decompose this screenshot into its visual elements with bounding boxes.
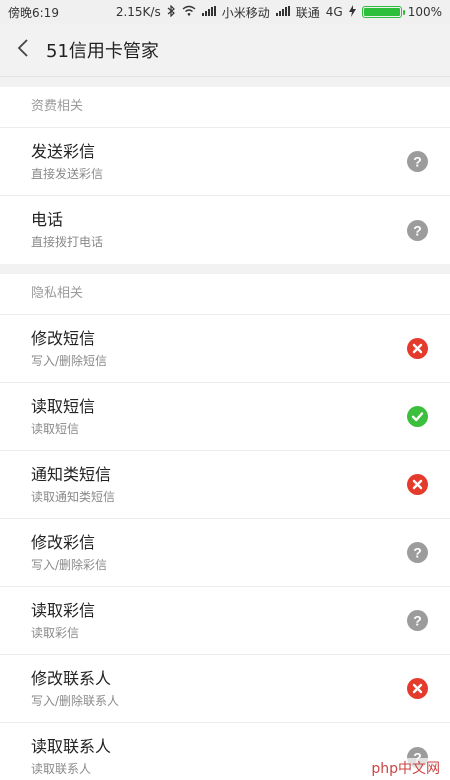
permission-text: 读取联系人 读取联系人 [31, 736, 111, 778]
watermark: php中文网 [367, 758, 444, 778]
question-icon[interactable]: ? [407, 219, 428, 241]
battery-fill [363, 8, 400, 16]
permission-text: 修改彩信写入/删除彩信 [31, 532, 107, 574]
svg-text:?: ? [413, 154, 422, 170]
page-title: 51信用卡管家 [46, 41, 159, 62]
permission-subtitle: 写入/删除彩信 [31, 557, 108, 572]
carrier-2: 联通 [295, 5, 320, 20]
signal-icon [275, 5, 290, 19]
permission-title: 电话 [31, 210, 64, 229]
permission-subtitle: 直接拨打电话 [31, 235, 104, 249]
section-title: 隐私相关 [0, 274, 450, 315]
svg-text:?: ? [413, 545, 422, 561]
back-button[interactable] [0, 24, 46, 76]
wifi-icon [182, 5, 196, 19]
permission-title: 修改联系人 [31, 668, 112, 688]
question-icon[interactable]: ? [407, 542, 428, 563]
permission-text: 通知类短信读取通知类短信 [31, 464, 115, 506]
status-indicators: 2.15K/s 小米移动 联通 4G 100% [116, 4, 442, 21]
denied-icon[interactable] [407, 474, 428, 495]
allowed-icon[interactable] [407, 406, 428, 427]
permission-subtitle: 读取彩信 [31, 625, 80, 640]
status-bar: 傍晚6:19 2.15K/s 小米移动 联通 4G 100% [0, 0, 450, 24]
svg-text:?: ? [413, 222, 422, 238]
charging-icon [348, 4, 356, 20]
permission-text: 修改短信写入/删除短信 [31, 328, 107, 370]
svg-text:?: ? [413, 613, 422, 629]
denied-icon[interactable] [407, 338, 428, 359]
battery-percent: 100% [407, 5, 442, 19]
permission-text: 电话 直接拨打电话 [31, 209, 103, 251]
permission-title: 读取联系人 [31, 737, 112, 756]
permission-subtitle: 读取联系人 [31, 762, 92, 776]
signal-icon [201, 5, 216, 19]
permission-row[interactable]: 通知类短信读取通知类短信 [0, 451, 450, 519]
permission-title: 修改彩信 [31, 532, 96, 552]
permission-text: 修改联系人写入/删除联系人 [31, 668, 119, 710]
permission-text: 读取彩信 读取彩信 [31, 600, 95, 642]
permission-row[interactable]: 修改联系人写入/删除联系人 [0, 655, 450, 723]
permission-title: 读取短信 [31, 396, 96, 416]
permission-subtitle: 写入/删除联系人 [31, 693, 120, 708]
permission-title: 发送彩信 [31, 141, 96, 161]
denied-icon[interactable] [407, 678, 428, 699]
status-time: 傍晚6:19 [8, 5, 59, 20]
question-icon[interactable]: ? [407, 151, 428, 172]
permission-title: 读取彩信 [31, 600, 96, 620]
permission-row[interactable]: 发送彩信直接发送彩信? [0, 128, 450, 196]
permission-row[interactable]: 修改短信写入/删除短信 [0, 315, 450, 383]
permission-sections: 资费相关 发送彩信 直接发送彩信? 电话 直接拨打电话? 隐私相关 修改短信 写入/删除短信读… [0, 87, 450, 780]
permission-subtitle: 写入/删除短信 [31, 353, 108, 368]
permission-row[interactable]: 电话直接拨打电话? [0, 196, 450, 264]
permission-section: 隐私相关 修改短信 写入/删除短信 读取短信 读取短信 通知类短信 读取通知类短信 修改彩信写… [0, 274, 450, 780]
permission-subtitle: 直接发送彩信 [31, 166, 104, 181]
network-speed: 2.15K/s [115, 5, 161, 19]
permission-subtitle: 读取短信 [31, 421, 80, 436]
permission-title: 通知类短信 [31, 464, 112, 484]
permission-row[interactable]: 修改彩信写入/删除彩信? [0, 519, 450, 587]
permission-section: 资费相关 发送彩信 直接发送彩信? 电话 直接拨打电话? [0, 87, 450, 264]
chevron-left-icon [17, 39, 29, 61]
permission-title: 修改短信 [31, 328, 96, 348]
permission-subtitle: 读取通知类短信 [31, 489, 116, 504]
permission-row[interactable]: 读取彩信 读取彩信? [0, 587, 450, 655]
question-icon[interactable]: ? [407, 610, 428, 631]
bluetooth-icon [167, 4, 176, 20]
section-title: 资费相关 [0, 87, 450, 128]
permission-row[interactable]: 读取短信 读取短信 [0, 383, 450, 451]
carrier-1: 小米移动 [221, 5, 270, 20]
network-type: 4G [325, 5, 343, 19]
permission-text: 读取短信 读取短信 [31, 396, 95, 438]
battery-icon [361, 6, 405, 18]
app-header: 51信用卡管家 [0, 24, 450, 77]
permission-text: 发送彩信直接发送彩信 [31, 141, 103, 183]
